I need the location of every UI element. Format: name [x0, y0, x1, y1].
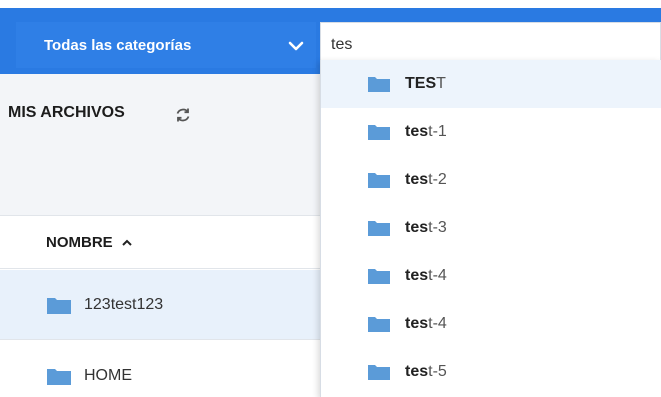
column-header-name[interactable]: NOMBRE [0, 217, 320, 269]
search-suggestions: TES T tes t-1 tes t-2 tes t-3 tes t-4 tes t-4 … [320, 60, 661, 397]
column-header-label: NOMBRE [46, 234, 113, 251]
suggestion-match: tes [405, 315, 429, 332]
folder-icon [47, 368, 71, 385]
suggestion-item[interactable]: tes t-4 [321, 252, 661, 300]
suggestion-rest: t-4 [428, 267, 447, 284]
row-name: 123test123 [84, 295, 164, 313]
folder-icon [47, 297, 71, 314]
row-name: HOME [84, 366, 132, 384]
suggestion-rest: t-1 [428, 123, 447, 140]
suggestion-item[interactable]: tes t-4 [321, 300, 661, 348]
folder-icon [368, 125, 390, 140]
suggestion-rest: T [436, 75, 446, 92]
file-list-panel: MIS ARCHIVOS NOMBRE 123test123 HOME [0, 74, 320, 397]
suggestion-item[interactable]: tes t-3 [321, 204, 661, 252]
suggestion-item[interactable]: tes t-2 [321, 156, 661, 204]
table-row[interactable]: HOME [0, 341, 320, 397]
suggestion-item[interactable]: TES T [321, 60, 661, 108]
suggestion-match: TES [405, 75, 437, 92]
suggestion-rest: t-4 [428, 315, 447, 332]
category-dropdown[interactable]: Todas las categorías [16, 22, 316, 68]
suggestion-match: tes [405, 267, 429, 284]
folder-icon [368, 173, 390, 188]
folder-icon [368, 317, 390, 332]
chevron-down-icon [288, 41, 304, 51]
suggestion-match: tes [405, 171, 429, 188]
suggestion-match: tes [405, 219, 429, 236]
folder-icon [368, 77, 390, 92]
sort-ascending-icon [121, 239, 132, 246]
suggestion-match: tes [405, 363, 429, 380]
suggestion-item[interactable]: tes t-5 [321, 348, 661, 396]
suggestion-rest: t-2 [428, 171, 447, 188]
suggestion-rest: t-3 [428, 219, 447, 236]
suggestion-rest: t-5 [428, 363, 447, 380]
suggestion-match: tes [405, 123, 429, 140]
section-header: MIS ARCHIVOS [0, 74, 320, 216]
folder-icon [368, 365, 390, 380]
category-dropdown-label: Todas las categorías [44, 36, 192, 54]
table-row[interactable]: 123test123 [0, 270, 320, 340]
suggestion-item[interactable]: tes t-1 [321, 108, 661, 156]
refresh-icon[interactable] [174, 106, 192, 124]
folder-icon [368, 221, 390, 236]
section-title: MIS ARCHIVOS [8, 104, 125, 121]
folder-icon [368, 269, 390, 284]
